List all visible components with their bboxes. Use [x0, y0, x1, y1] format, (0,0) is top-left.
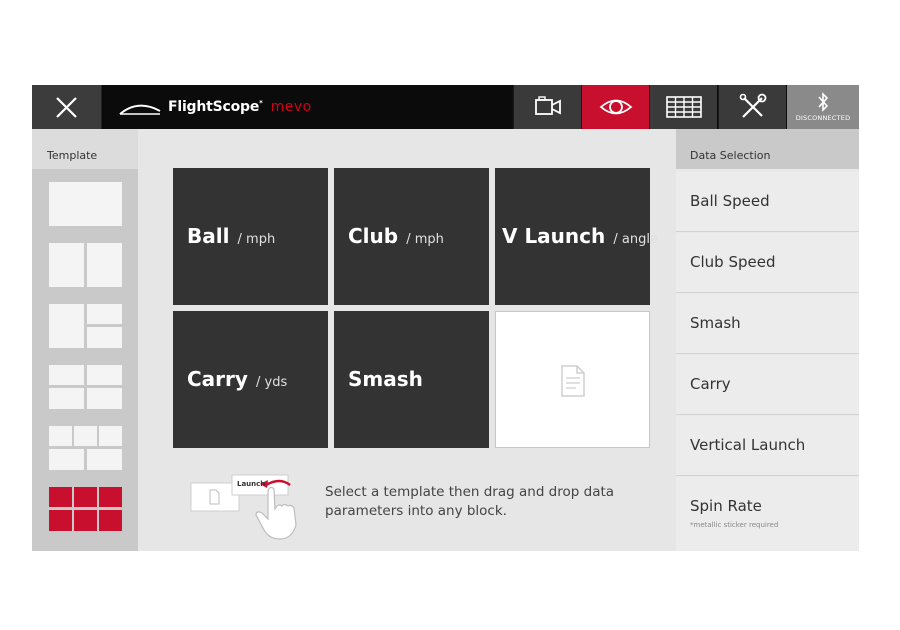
document-placeholder-icon	[561, 365, 585, 397]
template-option-2[interactable]	[49, 243, 122, 287]
live-view-tab[interactable]	[581, 85, 649, 129]
block-unit: / yds	[256, 375, 288, 390]
data-item-smash[interactable]: Smash	[676, 294, 859, 354]
data-block-smash[interactable]: Smash	[334, 311, 489, 448]
brand-name: FlightScope*	[168, 99, 263, 115]
block-label: Ball	[187, 224, 230, 248]
settings-tab[interactable]	[718, 85, 786, 129]
drag-card-label: Launch	[237, 480, 266, 488]
block-unit: / mph	[237, 232, 276, 247]
bluetooth-status[interactable]: DISCONNECTED	[787, 85, 859, 129]
brand-logo: FlightScope* mevo	[118, 85, 312, 129]
block-unit: / mph	[406, 232, 444, 247]
tools-icon	[739, 93, 766, 118]
product-name: mevo	[270, 99, 312, 115]
data-item-spin-rate[interactable]: Spin Rate *metallic sticker required	[676, 477, 859, 551]
eye-icon	[599, 99, 632, 115]
data-block-ball[interactable]: Ball / mph	[173, 168, 328, 305]
data-item-label: Carry	[690, 375, 731, 393]
data-item-club-speed[interactable]: Club Speed	[676, 233, 859, 293]
block-label: Smash	[348, 367, 423, 391]
block-label: Carry	[187, 367, 248, 391]
table-tab[interactable]	[649, 85, 717, 129]
data-item-carry[interactable]: Carry	[676, 355, 859, 415]
template-option-1[interactable]	[49, 182, 122, 226]
hint-instruction-text: Select a template then drag and drop dat…	[325, 484, 615, 519]
data-item-label: Club Speed	[690, 253, 776, 271]
video-camera-icon	[534, 96, 561, 115]
data-block-v-launch[interactable]: V Launch / angle	[495, 168, 658, 305]
connection-status-text: DISCONNECTED	[795, 114, 851, 122]
close-button[interactable]	[32, 85, 102, 129]
block-unit: / angle	[613, 232, 658, 247]
close-icon	[56, 97, 77, 118]
bluetooth-icon	[818, 92, 829, 112]
data-selection-title: Data Selection	[690, 149, 771, 162]
data-item-label: Vertical Launch	[690, 436, 806, 454]
block-label: V Launch	[502, 224, 606, 248]
top-bar: FlightScope* mevo DISCONNECTED	[32, 85, 859, 129]
template-option-4[interactable]	[49, 365, 122, 409]
data-item-label: Ball Speed	[690, 192, 770, 210]
template-option-3[interactable]	[49, 304, 122, 348]
app-window: FlightScope* mevo DISCONNECTED Template …	[32, 85, 859, 551]
data-block-carry[interactable]: Carry / yds	[173, 311, 328, 448]
template-option-6-selected[interactable]	[49, 487, 122, 531]
data-item-vertical-launch[interactable]: Vertical Launch	[676, 416, 859, 476]
data-block-empty[interactable]	[495, 311, 650, 448]
data-item-ball-speed[interactable]: Ball Speed	[676, 172, 859, 232]
template-option-5[interactable]	[49, 426, 122, 470]
data-selection-header: Data Selection	[676, 129, 859, 169]
block-label: Club	[348, 224, 399, 248]
data-block-club[interactable]: Club / mph	[334, 168, 489, 305]
template-panel-header: Template	[32, 129, 138, 169]
data-selection-panel: Data Selection Ball Speed Club Speed Sma…	[676, 129, 859, 551]
data-item-label: Smash	[690, 314, 741, 332]
video-tab[interactable]	[513, 85, 581, 129]
template-panel: Template	[32, 129, 138, 551]
data-item-note: *metallic sticker required	[690, 521, 779, 529]
logo-swoosh-icon	[119, 104, 161, 115]
data-item-label: Spin Rate	[690, 497, 762, 515]
table-grid-icon	[665, 96, 702, 118]
template-panel-title: Template	[47, 149, 98, 162]
